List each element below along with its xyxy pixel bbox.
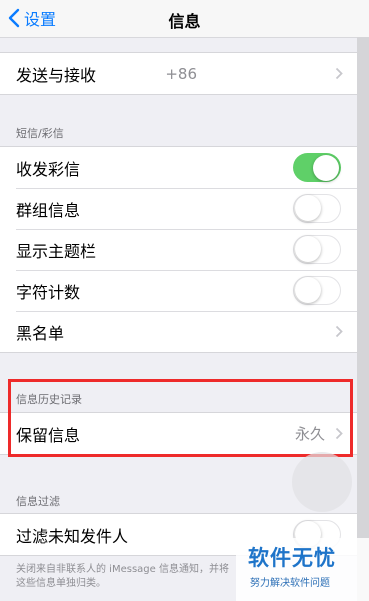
toggle-knob	[295, 195, 321, 221]
character-count-label: 字符计数	[16, 282, 81, 302]
sms-section-header: 短信/彩信	[16, 127, 64, 140]
send-receive-label: 发送与接收	[16, 65, 97, 85]
watermark-subtitle: 努力解决软件问题	[250, 578, 330, 589]
mms-row: 收发彩信	[0, 147, 357, 188]
filter-footer-note: 关闭来自非联系人的 iMessage 信息通知，并将这些信息单独归类。	[16, 564, 229, 589]
subject-field-toggle[interactable]	[293, 235, 341, 264]
group-message-toggle[interactable]	[293, 194, 341, 223]
toggle-knob	[313, 154, 339, 181]
navigation-bar: 设置 信息	[0, 0, 369, 38]
filter-unknown-label: 过滤未知发件人	[16, 526, 129, 546]
toggle-knob	[295, 236, 321, 262]
watermark-title: 软件无忧	[248, 546, 336, 570]
toggle-knob	[295, 277, 321, 303]
subject-field-label: 显示主题栏	[16, 241, 97, 261]
side-shadow	[357, 37, 369, 601]
mms-toggle[interactable]	[293, 153, 341, 182]
character-count-toggle[interactable]	[293, 276, 341, 305]
history-section-header: 信息历史记录	[16, 393, 82, 406]
blocked-row[interactable]: 黑名单	[0, 311, 357, 352]
blocked-label: 黑名单	[16, 323, 65, 343]
subject-field-row: 显示主题栏	[0, 229, 357, 270]
keep-messages-label: 保留信息	[16, 425, 81, 445]
chevron-right-icon	[335, 427, 343, 440]
send-receive-value: +86	[165, 64, 197, 83]
filter-section-header: 信息过滤	[16, 495, 60, 508]
group-message-label: 群组信息	[16, 200, 81, 220]
keep-messages-value: 永久	[294, 425, 325, 443]
mms-label: 收发彩信	[16, 159, 81, 179]
history-group: 保留信息 永久	[0, 412, 357, 455]
sms-group: 收发彩信 群组信息 显示主题栏 字符计数 黑名单	[0, 146, 357, 353]
chevron-right-icon	[335, 325, 343, 338]
group-message-row: 群组信息	[0, 188, 357, 229]
send-receive-group: 发送与接收 +86	[0, 52, 357, 95]
watermark: 软件无忧 努力解决软件问题	[236, 538, 369, 601]
send-receive-row[interactable]: 发送与接收 +86	[0, 53, 357, 94]
chevron-right-icon	[335, 67, 343, 80]
keep-messages-row[interactable]: 保留信息 永久	[0, 413, 357, 454]
character-count-row: 字符计数	[0, 270, 357, 311]
page-title: 信息	[168, 12, 201, 31]
watermark-circle	[292, 452, 352, 512]
